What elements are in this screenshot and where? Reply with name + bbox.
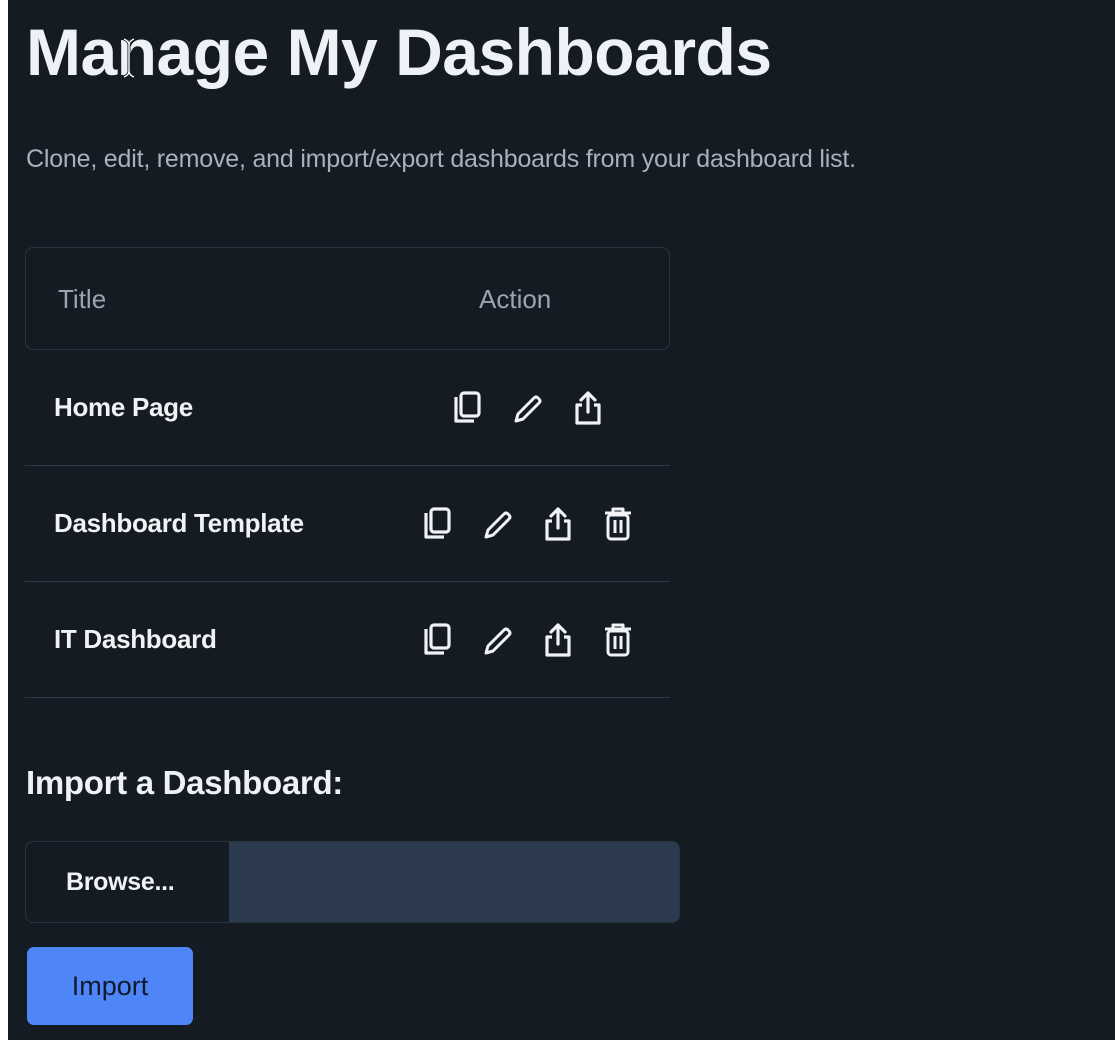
pencil-icon	[484, 511, 512, 539]
page-subtitle: Clone, edit, remove, and import/export d…	[26, 145, 856, 173]
dashboard-title[interactable]: Home Page	[54, 392, 193, 423]
page-title: Manage My Dashboards	[26, 15, 772, 89]
edit-button[interactable]	[482, 506, 542, 542]
trash-icon	[605, 623, 631, 657]
file-input[interactable]: Browse...	[25, 841, 680, 923]
import-button[interactable]: Import	[27, 947, 193, 1025]
edit-button[interactable]	[482, 622, 542, 658]
trash-icon	[605, 507, 631, 541]
text-cursor-icon	[123, 38, 135, 78]
copy-icon	[454, 391, 481, 423]
table-row: Home Page	[25, 350, 670, 466]
clone-button[interactable]	[422, 506, 482, 542]
pencil-icon	[514, 395, 542, 423]
dashboard-title[interactable]: IT Dashboard	[54, 624, 217, 655]
row-actions	[452, 390, 632, 426]
import-section-title: Import a Dashboard:	[26, 764, 344, 801]
edit-button[interactable]	[512, 390, 572, 426]
table-row: IT Dashboard	[25, 582, 670, 698]
table-row: Dashboard Template	[25, 466, 670, 582]
delete-button[interactable]	[602, 622, 662, 658]
copy-icon	[424, 623, 451, 655]
table-header: Title Action	[25, 247, 670, 350]
share-icon	[545, 507, 571, 541]
delete-button[interactable]	[602, 506, 662, 542]
copy-icon	[424, 507, 451, 539]
clone-button[interactable]	[422, 622, 482, 658]
share-icon	[575, 391, 601, 425]
row-actions	[422, 506, 662, 542]
pencil-icon	[484, 627, 512, 655]
column-header-action: Action	[479, 284, 552, 314]
export-button[interactable]	[542, 622, 602, 658]
clone-button[interactable]	[452, 390, 512, 426]
browse-button[interactable]: Browse...	[26, 842, 229, 922]
row-actions	[422, 622, 662, 658]
export-button[interactable]	[542, 506, 602, 542]
export-button[interactable]	[572, 390, 632, 426]
share-icon	[545, 623, 571, 657]
column-header-title: Title	[58, 284, 107, 314]
app-frame: Manage My Dashboards Clone, edit, remove…	[8, 0, 1115, 1040]
dashboard-title[interactable]: Dashboard Template	[54, 508, 304, 539]
